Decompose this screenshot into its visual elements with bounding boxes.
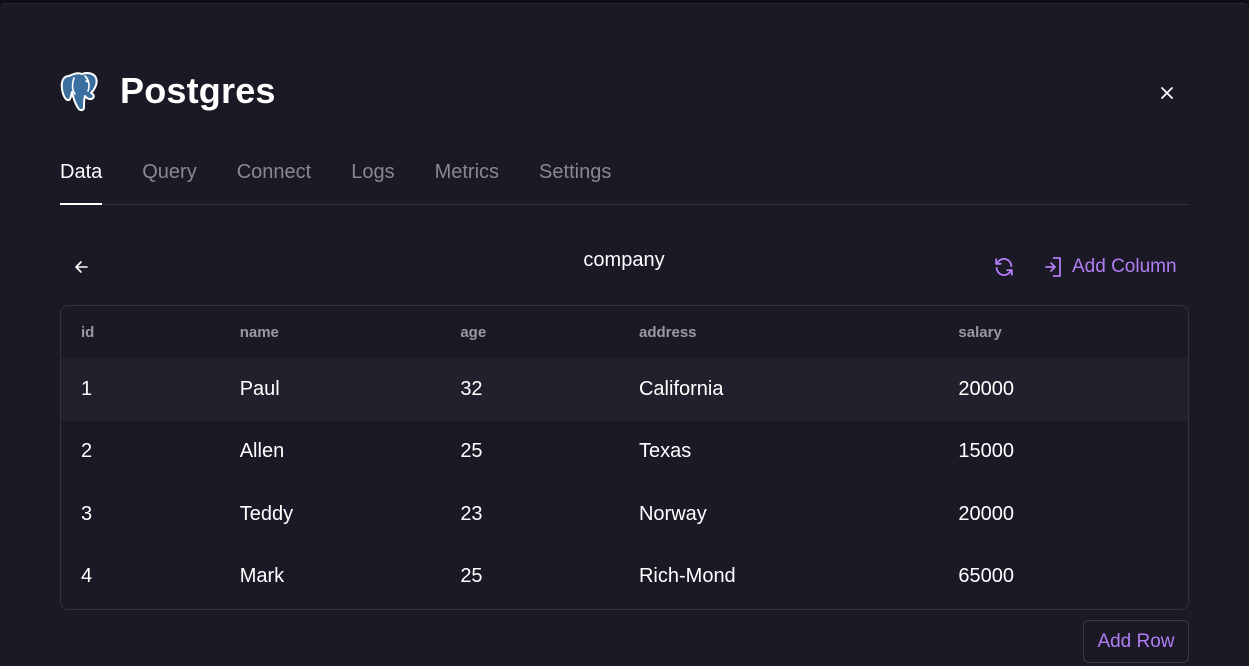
close-icon	[1161, 87, 1173, 99]
cell-salary[interactable]: 20000	[958, 503, 1188, 526]
cell-id[interactable]: 3	[61, 503, 240, 526]
add-row-button[interactable]: Add Row	[1083, 620, 1189, 663]
cell-address[interactable]: Rich-Mond	[639, 565, 958, 588]
cell-age[interactable]: 25	[460, 440, 639, 463]
cell-id[interactable]: 4	[61, 565, 240, 588]
cell-id[interactable]: 1	[61, 378, 240, 401]
cell-name[interactable]: Allen	[240, 440, 461, 463]
cell-salary[interactable]: 15000	[958, 440, 1188, 463]
refresh-icon	[995, 258, 1013, 276]
tab-data[interactable]: Data	[60, 154, 103, 205]
cell-salary[interactable]: 65000	[958, 565, 1188, 588]
column-header-address[interactable]: address	[639, 324, 958, 341]
cell-name[interactable]: Mark	[240, 565, 461, 588]
cell-name[interactable]: Paul	[240, 378, 461, 401]
back-button[interactable]	[70, 256, 92, 278]
postgres-modal: Postgres Data Query Connect Logs Metrics…	[0, 3, 1249, 666]
cell-address[interactable]: Texas	[639, 440, 958, 463]
cell-age[interactable]: 23	[460, 503, 639, 526]
postgres-elephant-icon	[60, 72, 98, 112]
page-title: Postgres	[120, 70, 276, 111]
tab-settings[interactable]: Settings	[539, 154, 611, 204]
cell-age[interactable]: 32	[460, 378, 639, 401]
cell-salary[interactable]: 20000	[958, 378, 1188, 401]
table-header: id name age address salary	[61, 306, 1188, 358]
table-row[interactable]: 2 Allen 25 Texas 15000	[61, 421, 1188, 484]
cell-name[interactable]: Teddy	[240, 503, 461, 526]
table-row[interactable]: 1 Paul 32 California 20000	[61, 358, 1188, 421]
column-header-salary[interactable]: salary	[958, 324, 1188, 341]
refresh-button[interactable]	[991, 254, 1017, 280]
modal-header: Postgres	[60, 68, 276, 114]
table-row[interactable]: 4 Mark 25 Rich-Mond 65000	[61, 546, 1188, 609]
tab-connect[interactable]: Connect	[237, 154, 312, 204]
table-row[interactable]: 3 Teddy 23 Norway 20000	[61, 483, 1188, 546]
tab-query[interactable]: Query	[142, 154, 196, 204]
tab-bar: Data Query Connect Logs Metrics Settings	[60, 154, 1189, 205]
cell-id[interactable]: 2	[61, 440, 240, 463]
tab-metrics[interactable]: Metrics	[435, 154, 499, 204]
column-header-age[interactable]: age	[460, 324, 639, 341]
add-column-icon	[1045, 257, 1061, 277]
column-header-id[interactable]: id	[61, 324, 240, 341]
data-table: id name age address salary 1 Paul 32 Cal…	[60, 305, 1189, 610]
close-button[interactable]	[1155, 81, 1179, 105]
arrow-left-icon	[75, 261, 88, 273]
cell-address[interactable]: California	[639, 378, 958, 401]
cell-age[interactable]: 25	[460, 565, 639, 588]
table-name: company	[583, 249, 665, 271]
add-column-label: Add Column	[1072, 256, 1177, 277]
cell-address[interactable]: Norway	[639, 503, 958, 526]
tab-logs[interactable]: Logs	[351, 154, 394, 204]
column-header-name[interactable]: name	[240, 324, 461, 341]
add-column-button[interactable]: Add Column	[1044, 253, 1177, 281]
